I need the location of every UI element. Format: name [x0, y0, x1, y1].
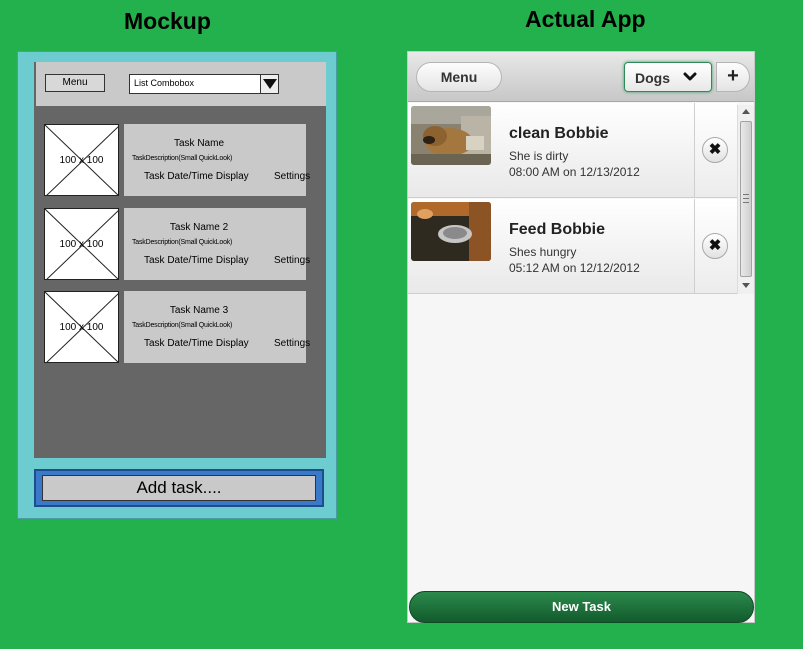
- scroll-down-icon[interactable]: [742, 283, 750, 288]
- mockup-task-desc: TaskDescription(Small QuickLook): [132, 155, 233, 162]
- mockup-task-name: Task Name 2: [169, 222, 229, 233]
- task-description: She is dirty: [509, 149, 569, 163]
- mockup-panel: Menu List Combobox 100 x 100 Task Name T…: [17, 51, 337, 519]
- task-title: clean Bobbie: [509, 125, 609, 142]
- thumb-size-label: 100 x 100: [59, 239, 104, 250]
- mockup-task-name: Task Name 3: [169, 305, 229, 316]
- dog-bowl-photo: [411, 202, 491, 261]
- category-select-value: Dogs: [635, 70, 670, 86]
- task-timestamp: 05:12 AM on 12/12/2012: [509, 261, 640, 275]
- delete-icon[interactable]: ✖: [702, 137, 728, 163]
- task-title: Feed Bobbie: [509, 221, 606, 238]
- mockup-task-desc: TaskDescription(Small QuickLook): [132, 239, 233, 246]
- mockup-screen: Menu List Combobox 100 x 100 Task Name T…: [34, 62, 326, 458]
- mockup-add-task-label: Add task....: [42, 475, 316, 501]
- mockup-task-card[interactable]: 100 x 100 Task Name 3 TaskDescription(Sm…: [44, 291, 310, 363]
- grip-icon: [743, 194, 749, 203]
- mockup-task-card[interactable]: 100 x 100 Task Name 2 TaskDescription(Sm…: [44, 208, 310, 280]
- mockup-settings-link[interactable]: Settings: [274, 255, 310, 266]
- task-row-actions: ✖: [695, 199, 737, 294]
- mockup-menu-button[interactable]: Menu: [45, 74, 105, 92]
- mockup-add-task-button[interactable]: Add task....: [34, 469, 324, 507]
- mockup-heading: Mockup: [124, 8, 211, 34]
- dog-on-couch-photo: [411, 106, 491, 165]
- mockup-list-combobox[interactable]: List Combobox: [129, 74, 279, 94]
- chevron-down-icon: [683, 72, 697, 81]
- actual-app-heading: Actual App: [525, 6, 646, 32]
- mockup-task-date: Task Date/Time Display: [144, 171, 249, 182]
- mockup-task-card[interactable]: 100 x 100 Task Name TaskDescription(Smal…: [44, 124, 310, 196]
- mockup-task-details: Task Name TaskDescription(Small QuickLoo…: [124, 124, 310, 196]
- mockup-task-date: Task Date/Time Display: [144, 338, 249, 349]
- thumb-size-label: 100 x 100: [59, 322, 104, 333]
- app-header: Menu Dogs +: [408, 52, 754, 102]
- category-select[interactable]: Dogs: [624, 62, 712, 92]
- mockup-toolbar: Menu List Combobox: [36, 62, 326, 106]
- image-placeholder-icon: 100 x 100: [44, 124, 119, 196]
- delete-icon[interactable]: ✖: [702, 233, 728, 259]
- task-description: Shes hungry: [509, 245, 577, 259]
- menu-button[interactable]: Menu: [416, 62, 502, 92]
- mockup-task-details: Task Name 2 TaskDescription(Small QuickL…: [124, 208, 310, 280]
- mockup-task-date: Task Date/Time Display: [144, 255, 249, 266]
- mockup-task-name: Task Name: [173, 138, 224, 149]
- mockup-settings-link[interactable]: Settings: [274, 338, 310, 349]
- mockup-task-details: Task Name 3 TaskDescription(Small QuickL…: [124, 291, 310, 363]
- thumb-size-label: 100 x 100: [59, 155, 104, 166]
- scroll-up-icon[interactable]: [742, 109, 750, 114]
- image-placeholder-icon: 100 x 100: [44, 291, 119, 363]
- scrollbar-thumb[interactable]: [740, 121, 752, 277]
- list-scrollbar[interactable]: [737, 105, 754, 294]
- task-row[interactable]: Feed Bobbie Shes hungry 05:12 AM on 12/1…: [408, 199, 754, 295]
- task-row-actions: ✖: [695, 103, 737, 198]
- add-icon[interactable]: +: [716, 62, 750, 92]
- dropdown-arrow-icon[interactable]: [260, 75, 278, 93]
- task-timestamp: 08:00 AM on 12/13/2012: [509, 165, 640, 179]
- image-placeholder-icon: 100 x 100: [44, 208, 119, 280]
- task-row-main[interactable]: clean Bobbie She is dirty 08:00 AM on 12…: [408, 103, 695, 198]
- new-task-button[interactable]: New Task: [409, 591, 754, 623]
- task-list: clean Bobbie She is dirty 08:00 AM on 12…: [408, 103, 754, 295]
- task-row-main[interactable]: Feed Bobbie Shes hungry 05:12 AM on 12/1…: [408, 199, 695, 294]
- mockup-task-desc: TaskDescription(Small QuickLook): [132, 322, 233, 329]
- actual-app-panel: Menu Dogs + clean Bobbie She is dirty 08…: [407, 51, 755, 623]
- mockup-combobox-label: List Combobox: [134, 78, 195, 88]
- task-row[interactable]: clean Bobbie She is dirty 08:00 AM on 12…: [408, 103, 754, 199]
- mockup-settings-link[interactable]: Settings: [274, 171, 310, 182]
